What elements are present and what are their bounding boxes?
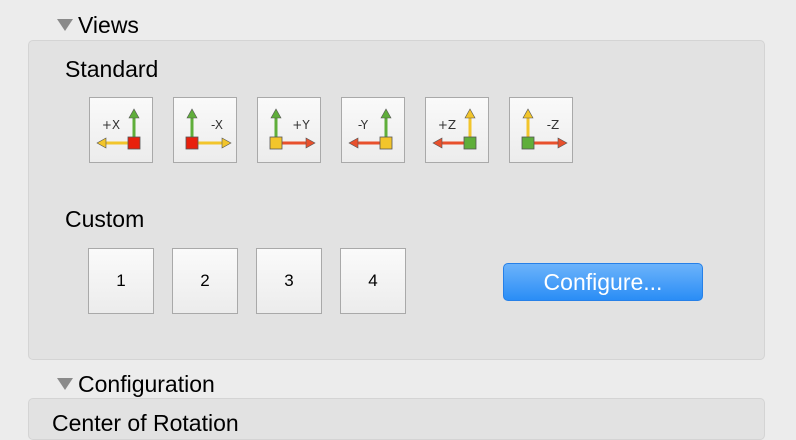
- axis-view-icon: +Z: [432, 108, 477, 150]
- axis-label: -Y: [358, 118, 369, 132]
- custom-view-button-3[interactable]: 3: [256, 248, 322, 314]
- custom-view-label: 1: [116, 271, 126, 290]
- custom-view-button-4[interactable]: 4: [340, 248, 406, 314]
- disclosure-triangle-icon[interactable]: [57, 19, 73, 31]
- standard-view-button[interactable]: +Z: [425, 97, 489, 163]
- custom-view-label: 4: [368, 271, 378, 290]
- axis-view-icon: +Y: [269, 108, 316, 150]
- axis-view-icon: -X: [185, 108, 232, 150]
- axis-view-icon: -Z: [521, 108, 568, 150]
- custom-label: Custom: [65, 206, 145, 232]
- center-of-rotation-label: Center of Rotation: [52, 410, 239, 436]
- standard-label: Standard: [65, 56, 159, 82]
- standard-view-button[interactable]: -Z: [509, 97, 573, 163]
- standard-view-button[interactable]: -Y: [341, 97, 405, 163]
- custom-view-label: 2: [200, 271, 210, 290]
- configuration-title: Configuration: [78, 370, 215, 397]
- standard-view-button[interactable]: -X: [173, 97, 237, 163]
- axis-label: -X: [211, 118, 223, 132]
- views-title: Views: [78, 11, 139, 38]
- standard-view-button[interactable]: +Y: [257, 97, 321, 163]
- configuration-section-header[interactable]: Configuration: [45, 371, 235, 397]
- disclosure-triangle-icon[interactable]: [57, 378, 73, 390]
- axis-label: +X: [102, 118, 120, 132]
- axis-view-icon: -Y: [348, 108, 393, 150]
- views-section-header[interactable]: Views: [45, 12, 150, 38]
- axis-label: +Z: [438, 118, 456, 132]
- configure-button[interactable]: Configure...: [503, 263, 703, 301]
- standard-view-button[interactable]: +X: [89, 97, 153, 163]
- axis-view-icon: +X: [96, 108, 141, 150]
- custom-view-label: 3: [284, 271, 294, 290]
- axis-label: +Y: [292, 118, 310, 132]
- custom-view-button-2[interactable]: 2: [172, 248, 238, 314]
- custom-view-button-1[interactable]: 1: [88, 248, 154, 314]
- axis-label: -Z: [547, 118, 560, 132]
